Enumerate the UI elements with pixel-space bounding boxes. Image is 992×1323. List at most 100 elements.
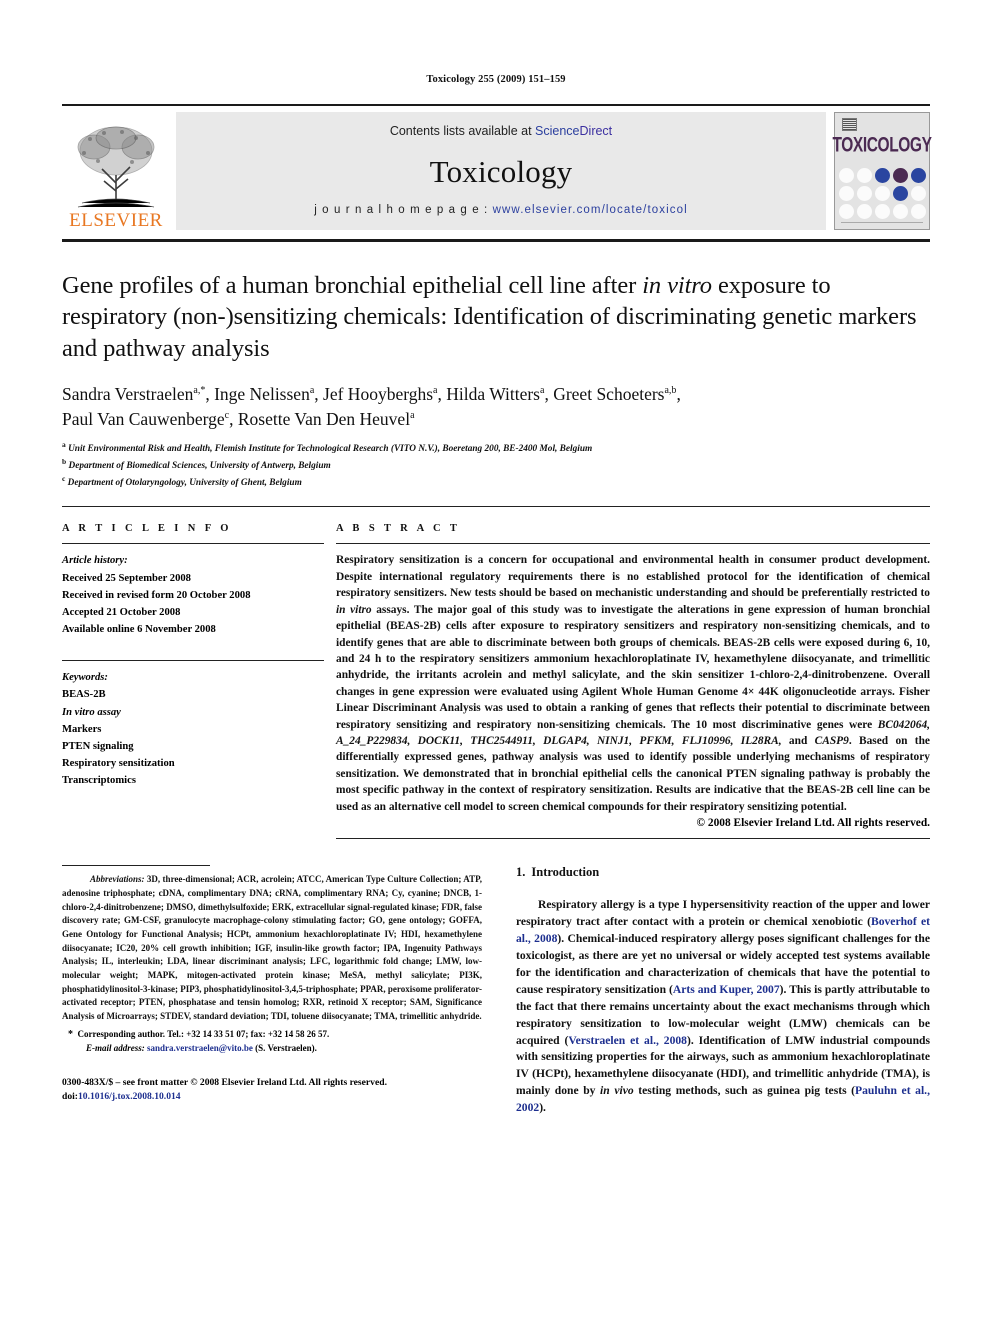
cover-dot [838,168,854,183]
journal-banner: ELSEVIER Contents lists available at Sci… [62,104,932,242]
cover-footer-rule [841,222,923,225]
article-history-label: Article history: [62,555,128,567]
abbreviations-text: 3D, three-dimensional; ACR, acrolein; AT… [62,874,482,1021]
abbreviations-note: Abbreviations: 3D, three-dimensional; AC… [62,873,482,1023]
section-number: 1. [516,865,526,880]
cover-mini-logo-icon [842,118,857,131]
abbreviations-label: Abbreviations: [90,874,145,885]
page-title: Gene profiles of a human bronchial epith… [62,270,930,364]
affiliation-b: b Department of Biomedical Sciences, Uni… [62,456,331,472]
running-head: Toxicology 255 (2009) 151–159 [426,74,566,85]
cover-dot [856,168,872,183]
footnotes-column: Abbreviations: 3D, three-dimensional; AC… [62,865,482,1117]
lower-columns: Abbreviations: 3D, three-dimensional; AC… [62,865,930,1117]
cover-dot [838,186,854,201]
email-link[interactable]: sandra.verstraelen@vito.be [147,1043,253,1053]
history-accepted: Accepted 21 October 2008 [62,606,181,618]
affiliation-c-text: Department of Otolaryngology, University… [67,478,302,489]
article-info-column: A R T I C L E I N F O Article history: R… [62,523,324,839]
issn-line: 0300-483X/$ – see front matter © 2008 El… [62,1077,387,1088]
keywords-rule [62,660,324,662]
cover-dot [874,204,890,219]
abstract-p3: and [781,735,815,748]
cover-dot [874,168,890,183]
email-note: E-mail address: sandra.verstraelen@vito.… [62,1042,482,1056]
introduction-column: 1. Introduction Respiratory allergy is a … [482,865,930,1117]
abstract-copyright: © 2008 Elsevier Ireland Ltd. All rights … [696,817,930,830]
sciencedirect-direct[interactable]: Direct [580,124,613,138]
sciencedirect-science[interactable]: Science [535,124,579,138]
doi-label: doi: [62,1091,78,1103]
cover-dot [892,186,908,201]
asterisk-icon: * [68,1028,73,1040]
abstract-rule [336,543,930,545]
cover-journal-title: TOXICOLOGY [832,133,932,157]
affiliation-a: a Unit Environmental Risk and Health, Fl… [62,439,593,454]
history-online: Available online 6 November 2008 [62,624,216,636]
article-info-rule [62,543,324,545]
citation-verstraelen[interactable]: Verstraelen et al., 2008 [568,1034,687,1047]
homepage-label: j o u r n a l h o m e p a g e : [314,204,493,216]
elsevier-logo: ELSEVIER [62,112,170,230]
article-info-heading: A R T I C L E I N F O [62,523,232,535]
abstract-italic-in-vitro: in vitro [336,603,372,616]
cover-dot [910,168,926,183]
abstract-bottom-rule [336,838,930,840]
elsevier-tree-icon [77,126,155,208]
history-received: Received 25 September 2008 [62,572,191,584]
affiliation-list: a Unit Environmental Risk and Health, Fl… [62,439,930,491]
banner-bottom-rule [62,239,930,242]
keyword-item: Respiratory sensitization [62,757,175,769]
affiliation-b-text: Department of Biomedical Sciences, Unive… [68,461,331,472]
info-abstract-columns: A R T I C L E I N F O Article history: R… [62,523,930,840]
citation-arts-kuper[interactable]: Arts and Kuper, 2007 [673,983,780,996]
cover-dot [874,186,890,201]
introduction-paragraph: Respiratory allergy is a type I hypersen… [516,897,930,1117]
journal-title: Toxicology [429,153,573,189]
cover-dot [892,204,908,219]
banner-center: Contents lists available at ScienceDirec… [176,112,826,230]
intro-italic-in-vivo: in vivo [600,1084,634,1098]
elsevier-wordmark: ELSEVIER [69,210,163,231]
keywords-label: Keywords: [62,672,108,684]
doi-line: doi:10.1016/j.tox.2008.10.014 [62,1090,482,1104]
cover-dot [856,204,872,219]
cover-dot [910,186,926,201]
email-label: E-mail address: [86,1043,145,1054]
homepage-url[interactable]: www.elsevier.com/locate/toxicol [493,204,688,216]
keyword-item: BEAS-2B [62,689,106,701]
section-heading-text: Introduction [531,865,600,880]
keyword-item: Markers [62,723,102,735]
intro-text-f: ). [539,1101,546,1115]
intro-text-a: Respiratory allergy is a type I hypersen… [516,898,930,929]
abstract-p1: Respiratory sensitization is a concern f… [336,554,930,600]
author-list: Sandra Verstraelena,*, Inge Nelissena, J… [62,384,681,429]
keyword-item: In vitro assay [62,706,121,718]
abstract-p2: assays. The major goal of this study was… [336,603,930,731]
abstract-column: A B S T R A C T Respiratory sensitizatio… [324,523,930,840]
cover-dot [910,204,926,219]
contents-available-line: Contents lists available at ScienceDirec… [390,124,612,138]
abstract-gene-casp9: CASP9 [814,735,849,748]
cover-dot [838,204,854,219]
abstract-text: Respiratory sensitization is a concern f… [336,552,930,815]
journal-article-page: Toxicology 255 (2009) 151–159 ELSEVIER C… [0,0,992,1323]
doi-link[interactable]: 10.1016/j.tox.2008.10.014 [78,1091,181,1102]
keywords-block: Keywords: BEAS-2B In vitro assay Markers… [62,660,324,789]
title-italic-in-vitro: in vitro [642,272,712,299]
cover-dot [892,168,908,183]
affiliation-a-text: Unit Environmental Risk and Health, Flem… [68,443,593,454]
abstract-heading: A B S T R A C T [336,523,461,535]
section-divider [62,506,930,508]
email-suffix: (S. Verstraelen). [252,1043,317,1054]
affiliation-c: c Department of Otolaryngology, Universi… [62,474,302,489]
cover-dot-grid [838,168,926,219]
keyword-item: Transcriptomics [62,775,136,787]
journal-homepage-line: j o u r n a l h o m e p a g e : www.else… [314,204,688,216]
corresponding-author-text: Corresponding author. Tel.: +32 14 33 51… [77,1028,330,1039]
title-part-1: Gene profiles of a human bronchial epith… [62,272,643,299]
cover-dot [856,186,872,201]
issn-copyright-block: 0300-483X/$ – see front matter © 2008 El… [62,1076,482,1105]
corresponding-author-note: * Corresponding author. Tel.: +32 14 33 … [62,1027,482,1043]
footnote-rule [62,865,210,867]
